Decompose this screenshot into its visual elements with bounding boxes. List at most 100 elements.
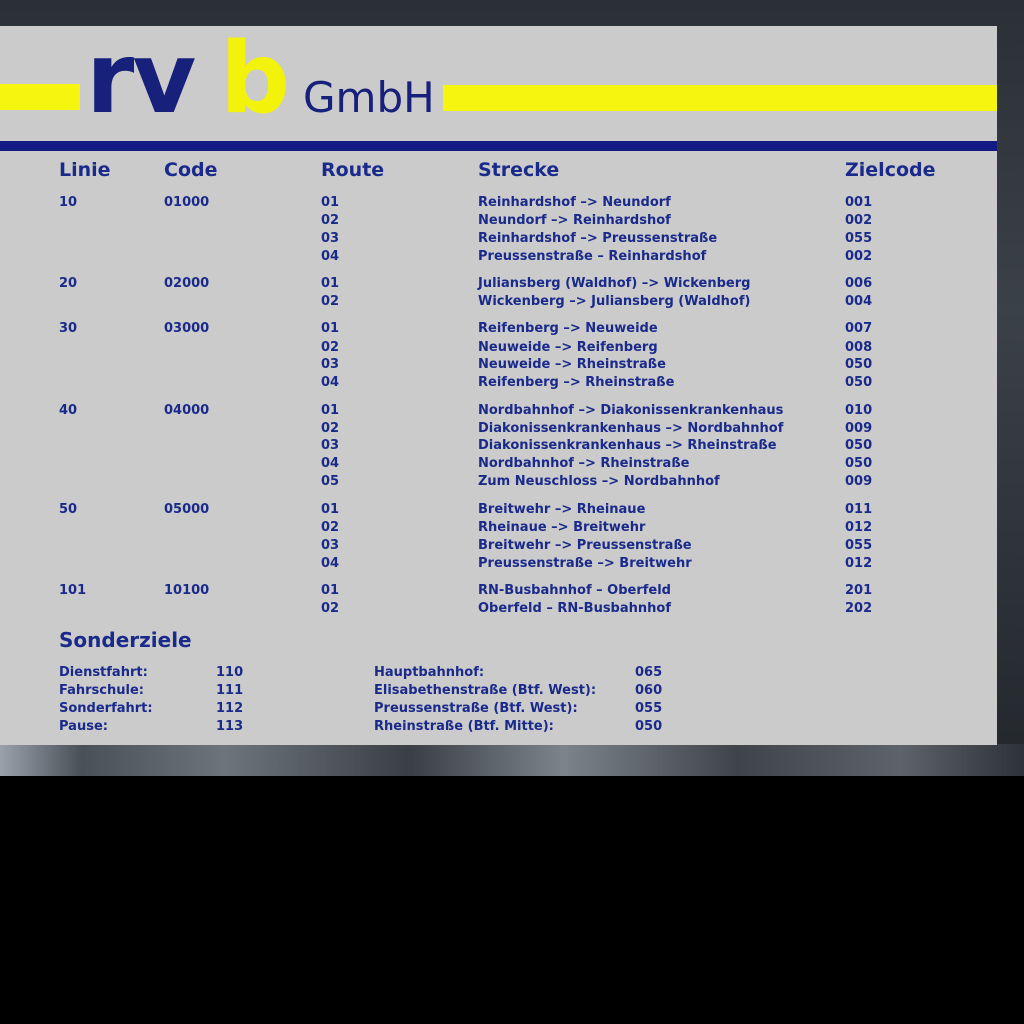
cell-zielcode: 006	[845, 276, 873, 291]
cell-linie: 101	[59, 583, 87, 598]
cell-zielcode: 201	[845, 583, 873, 598]
header-strecke: Strecke	[478, 159, 560, 181]
sonderziele-title: Sonderziele	[59, 628, 192, 652]
cell-strecke: Diakonissenkrankenhaus –> Nordbahnhof	[478, 421, 784, 436]
cell-zielcode: 202	[845, 601, 873, 616]
sonderziel-code: 065	[635, 665, 663, 680]
cell-zielcode: 012	[845, 520, 873, 535]
cell-strecke: Reinhardshof –> Preussenstraße	[478, 231, 718, 246]
sonderziel-label: Hauptbahnhof:	[374, 665, 485, 680]
cell-strecke: Zum Neuschloss –> Nordbahnhof	[478, 474, 720, 489]
sonderziel-label: Pause:	[59, 719, 108, 734]
cell-code: 02000	[164, 276, 210, 291]
blue-divider	[0, 141, 997, 151]
header-linie: Linie	[59, 159, 111, 181]
sonderziel-code: 050	[635, 719, 663, 734]
cell-strecke: Rheinaue –> Breitwehr	[478, 520, 646, 535]
sonderziel-code: 055	[635, 701, 663, 716]
cell-strecke: Juliansberg (Waldhof) –> Wickenberg	[478, 276, 751, 291]
cell-linie: 10	[59, 195, 78, 210]
cell-strecke: Reinhardshof –> Neundorf	[478, 195, 671, 210]
logo-gmbh: GmbH	[303, 73, 435, 122]
cell-route: 01	[321, 583, 340, 598]
cell-zielcode: 055	[845, 231, 873, 246]
sonderziel-code: 112	[216, 701, 244, 716]
sonderziel-label: Rheinstraße (Btf. Mitte):	[374, 719, 554, 734]
cell-strecke: Reifenberg –> Neuweide	[478, 321, 658, 336]
cell-route: 01	[321, 276, 340, 291]
cell-route: 02	[321, 213, 340, 228]
cell-route: 04	[321, 375, 340, 390]
cell-strecke: Oberfeld – RN-Busbahnhof	[478, 601, 671, 616]
cell-zielcode: 008	[845, 340, 873, 355]
cell-strecke: Nordbahnhof –> Rheinstraße	[478, 456, 690, 471]
sonderziel-code: 110	[216, 665, 244, 680]
cell-route: 02	[321, 601, 340, 616]
cell-route: 01	[321, 321, 340, 336]
header-zielcode: Zielcode	[845, 159, 936, 181]
sonderziel-code: 113	[216, 719, 244, 734]
cell-linie: 30	[59, 321, 78, 336]
sonderziel-code: 111	[216, 683, 244, 698]
cell-linie: 40	[59, 403, 78, 418]
cell-zielcode: 050	[845, 456, 873, 471]
cell-route: 01	[321, 403, 340, 418]
yellow-stripe-right	[443, 85, 997, 111]
cell-strecke: Preussenstraße –> Breitwehr	[478, 556, 692, 571]
cell-route: 05	[321, 474, 340, 489]
header-code: Code	[164, 159, 218, 181]
cell-route: 02	[321, 340, 340, 355]
cell-zielcode: 012	[845, 556, 873, 571]
cell-linie: 50	[59, 502, 78, 517]
cell-strecke: RN-Busbahnhof – Oberfeld	[478, 583, 671, 598]
cell-route: 01	[321, 502, 340, 517]
cell-zielcode: 011	[845, 502, 873, 517]
cell-strecke: Preussenstraße – Reinhardshof	[478, 249, 707, 264]
cell-zielcode: 002	[845, 249, 873, 264]
cell-route: 03	[321, 357, 340, 372]
cell-route: 02	[321, 421, 340, 436]
cell-strecke: Neundorf –> Reinhardshof	[478, 213, 671, 228]
cell-code: 10100	[164, 583, 210, 598]
cell-zielcode: 050	[845, 375, 873, 390]
cell-strecke: Neuweide –> Reifenberg	[478, 340, 658, 355]
cell-strecke: Wickenberg –> Juliansberg (Waldhof)	[478, 294, 751, 309]
cell-linie: 20	[59, 276, 78, 291]
sonderziel-label: Dienstfahrt:	[59, 665, 148, 680]
cell-zielcode: 002	[845, 213, 873, 228]
cell-strecke: Breitwehr –> Rheinaue	[478, 502, 646, 517]
cell-zielcode: 055	[845, 538, 873, 553]
cell-zielcode: 010	[845, 403, 873, 418]
sonderziel-label: Sonderfahrt:	[59, 701, 153, 716]
cell-strecke: Diakonissenkrankenhaus –> Rheinstraße	[478, 438, 777, 453]
cell-route: 03	[321, 438, 340, 453]
frame-bottom-edge	[0, 744, 1024, 776]
cell-route: 03	[321, 538, 340, 553]
yellow-stripe-left	[0, 84, 80, 110]
cell-zielcode: 001	[845, 195, 873, 210]
cell-strecke: Nordbahnhof –> Diakonissenkrankenhaus	[478, 403, 784, 418]
cell-route: 04	[321, 456, 340, 471]
logo-b: b	[220, 26, 291, 136]
cell-zielcode: 050	[845, 438, 873, 453]
cell-zielcode: 009	[845, 474, 873, 489]
header-route: Route	[321, 159, 385, 181]
timetable-board: rv b GmbH Linie Code Route Strecke Zielc…	[0, 26, 997, 745]
cell-strecke: Neuweide –> Rheinstraße	[478, 357, 666, 372]
cell-code: 01000	[164, 195, 210, 210]
cell-route: 01	[321, 195, 340, 210]
cell-zielcode: 007	[845, 321, 873, 336]
cell-route: 02	[321, 294, 340, 309]
cell-code: 04000	[164, 403, 210, 418]
sonderziel-label: Preussenstraße (Btf. West):	[374, 701, 578, 716]
cell-strecke: Breitwehr –> Preussenstraße	[478, 538, 692, 553]
logo-rv: rv	[86, 26, 196, 136]
cell-route: 02	[321, 520, 340, 535]
sonderziel-label: Elisabethenstraße (Btf. West):	[374, 683, 597, 698]
sonderziel-label: Fahrschule:	[59, 683, 144, 698]
cell-zielcode: 004	[845, 294, 873, 309]
cell-zielcode: 009	[845, 421, 873, 436]
cell-code: 05000	[164, 502, 210, 517]
cell-route: 04	[321, 249, 340, 264]
cell-route: 04	[321, 556, 340, 571]
